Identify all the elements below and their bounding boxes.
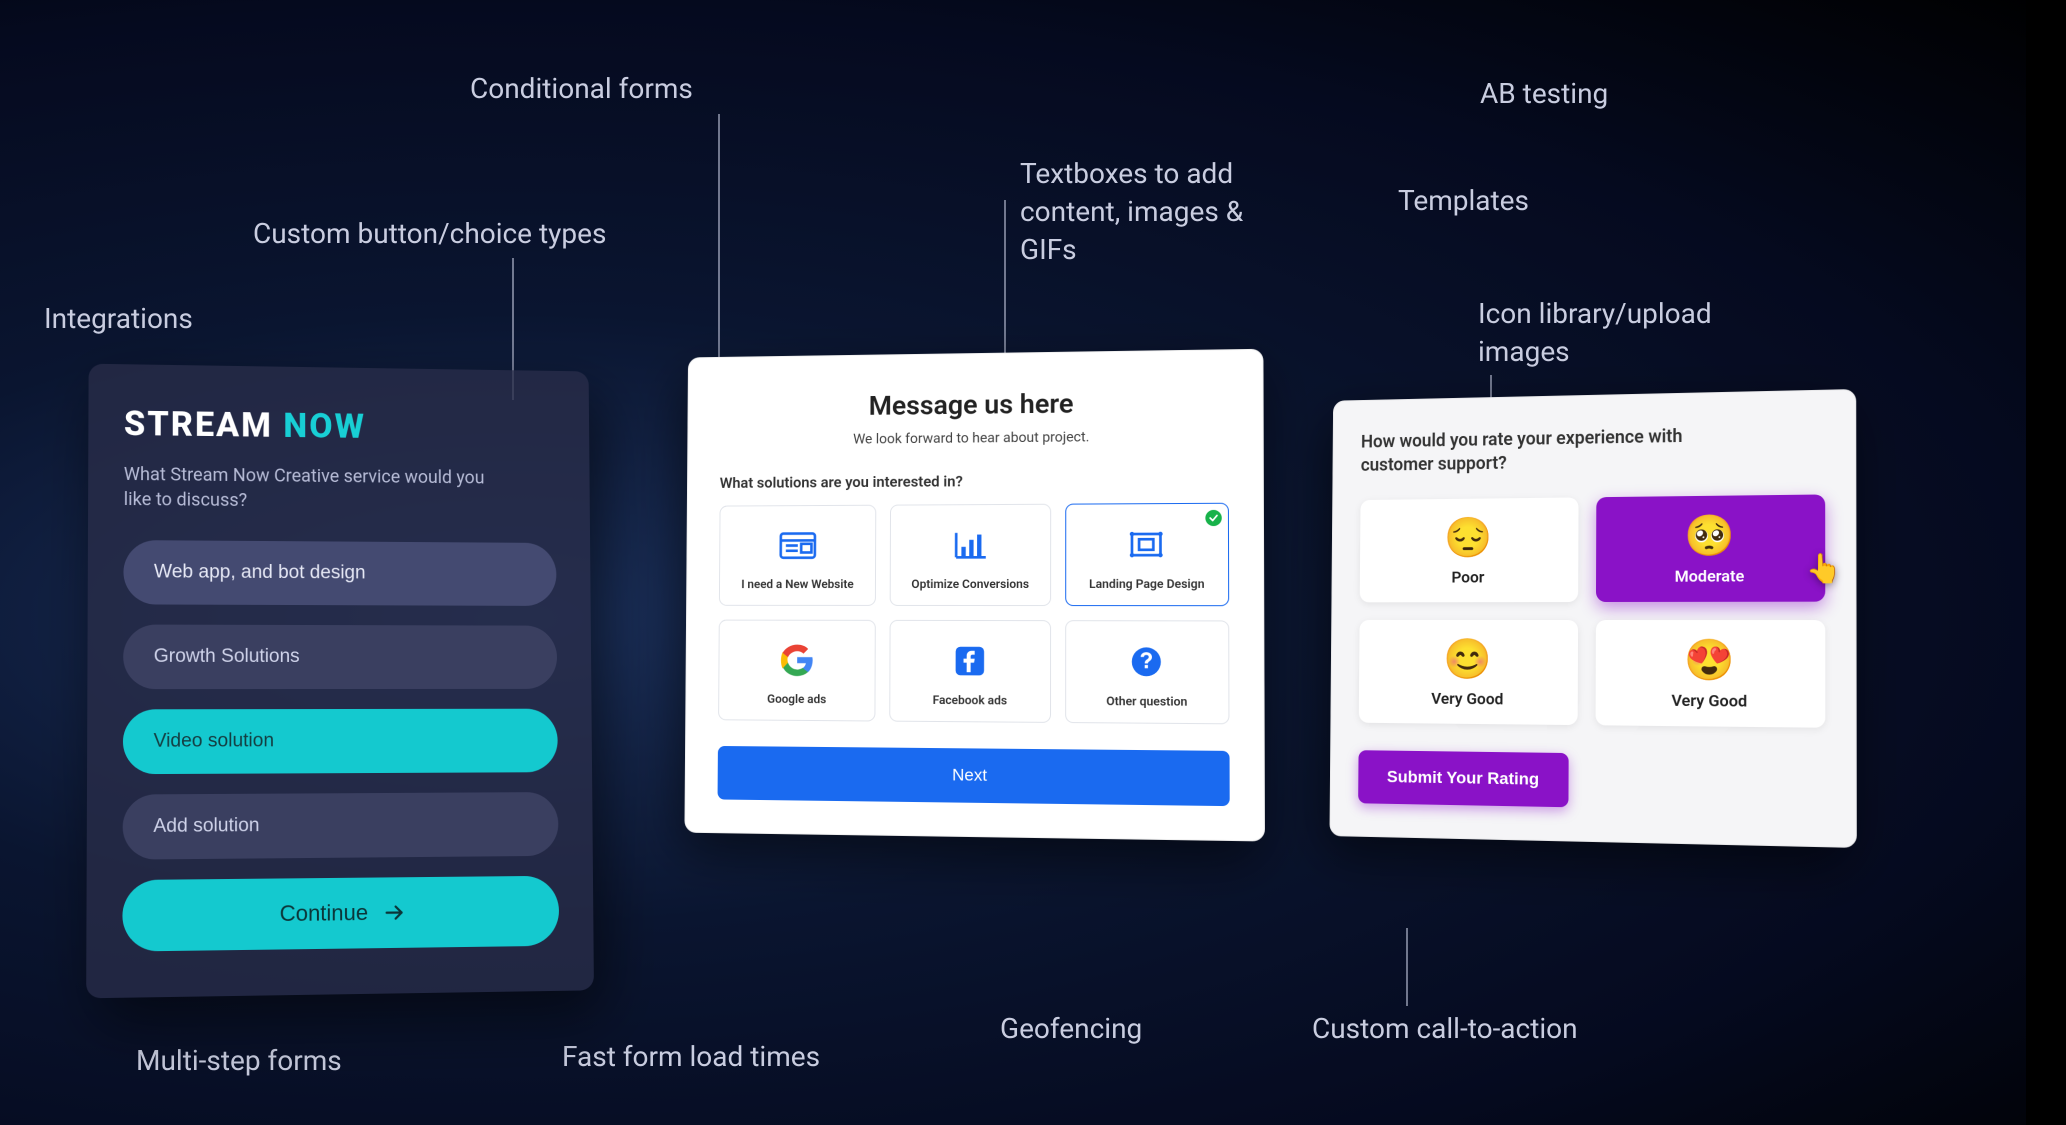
solution-tile-label: Google ads: [767, 692, 826, 706]
label-textboxes: Textboxes to add content, images & GIFs: [1020, 155, 1243, 268]
arrow-right-icon: [382, 901, 406, 925]
solution-tile[interactable]: Facebook ads: [890, 620, 1051, 723]
submit-rating-button[interactable]: Submit Your Rating: [1358, 750, 1569, 807]
label-geofencing: Geofencing: [1000, 1010, 1142, 1048]
solution-tile-label: Facebook ads: [933, 693, 1007, 708]
google-icon: [776, 641, 817, 679]
solution-tile[interactable]: Landing Page Design: [1065, 503, 1229, 606]
label-custom-cta: Custom call-to-action: [1312, 1010, 1578, 1048]
choice-option-label: Web app, and bot design: [154, 562, 366, 584]
next-button-label: Next: [952, 765, 987, 785]
label-templates: Templates: [1398, 182, 1529, 220]
label-custom-button-types: Custom button/choice types: [253, 215, 606, 253]
question-icon: [1125, 642, 1168, 681]
label-ab-testing: AB testing: [1480, 75, 1608, 113]
connector-conditional-forms: [718, 114, 720, 372]
check-icon: [1205, 510, 1221, 526]
rating-option[interactable]: 😔 Poor: [1360, 497, 1579, 602]
brand-text-part1: STREAM: [124, 404, 284, 446]
google-icon-wrap: [774, 640, 819, 680]
submit-rating-label: Submit Your Rating: [1387, 767, 1539, 788]
rating-question: How would you rate your experience with …: [1361, 424, 1754, 479]
choice-option[interactable]: Web app, and bot design: [123, 540, 556, 606]
message-us-form-card: Message us here We look forward to hear …: [684, 349, 1265, 842]
rating-form-card: How would you rate your experience with …: [1329, 389, 1856, 848]
solution-tile[interactable]: Google ads: [718, 620, 876, 722]
message-us-title: Message us here: [720, 386, 1229, 424]
solution-tile[interactable]: Other question: [1065, 620, 1230, 724]
message-us-subtitle: We look forward to hear about project.: [720, 428, 1229, 449]
label-multi-step: Multi-step forms: [136, 1042, 342, 1080]
stream-now-options: Web app, and bot design Growth Solutions V…: [123, 540, 559, 860]
connector-textboxes: [1004, 200, 1006, 368]
message-us-question: What solutions are you interested in?: [720, 470, 1229, 492]
rating-emoji-icon: 🥺: [1684, 515, 1735, 556]
choice-option[interactable]: Add solution: [123, 792, 559, 860]
right-edge-strip: [2026, 0, 2066, 1125]
stream-now-question: What Stream Now Creative service would y…: [124, 462, 503, 516]
facebook-icon-wrap: [947, 641, 993, 681]
website-icon: [777, 527, 818, 565]
landing-icon-wrap: [1123, 524, 1170, 564]
solution-tile[interactable]: I need a New Website: [719, 505, 877, 606]
facebook-icon: [949, 642, 991, 680]
solution-tile-label: Optimize Conversions: [911, 577, 1029, 591]
label-icon-library: Icon library/upload images: [1478, 295, 1712, 371]
continue-button-label: Continue: [280, 900, 369, 927]
question-icon-wrap: [1123, 641, 1170, 682]
solution-tile-label: Other question: [1106, 694, 1187, 709]
solution-tile-label: I need a New Website: [741, 577, 853, 591]
label-fast-load: Fast form load times: [562, 1038, 820, 1076]
chart-icon-wrap: [947, 525, 993, 565]
rating-option-label: Very Good: [1671, 690, 1747, 710]
feature-showcase-stage: Conditional forms Custom button/choice t…: [0, 0, 2066, 1125]
website-icon-wrap: [775, 526, 820, 566]
choice-option-label: Growth Solutions: [154, 646, 300, 667]
choice-option[interactable]: Video solution: [123, 709, 558, 775]
stream-now-form-card: STREAM NOW What Stream Now Creative serv…: [86, 364, 594, 999]
chart-icon: [949, 526, 991, 564]
rating-options-grid: 😔Poor🥺Moderate👆😊Very Good😍Very Good: [1359, 494, 1826, 727]
choice-option-label: Add solution: [153, 815, 259, 837]
rating-emoji-icon: 😍: [1684, 640, 1735, 681]
cursor-icon: 👆: [1806, 551, 1842, 585]
next-button[interactable]: Next: [718, 746, 1230, 806]
label-integrations: Integrations: [44, 300, 193, 338]
choice-option-label: Video solution: [154, 731, 274, 753]
landing-page-icon: [1125, 525, 1168, 563]
rating-emoji-icon: 😔: [1444, 518, 1492, 558]
connector-custom-cta: [1406, 928, 1408, 1006]
rating-emoji-icon: 😊: [1443, 639, 1491, 679]
rating-option-label: Very Good: [1431, 689, 1503, 708]
stream-now-logo: STREAM NOW: [124, 404, 555, 449]
rating-option[interactable]: 😊 Very Good: [1359, 620, 1578, 725]
solution-tile-label: Landing Page Design: [1089, 577, 1205, 591]
solution-tile[interactable]: Optimize Conversions: [890, 504, 1051, 606]
label-conditional-forms: Conditional forms: [470, 70, 693, 108]
rating-option[interactable]: 🥺Moderate👆: [1596, 494, 1825, 602]
rating-option-label: Poor: [1451, 567, 1484, 586]
rating-option[interactable]: 😍 Very Good: [1596, 620, 1826, 728]
choice-option[interactable]: Growth Solutions: [123, 625, 557, 690]
brand-text-part2: NOW: [283, 406, 366, 447]
solution-tiles-grid: I need a New Website Optimize Conversions…: [718, 503, 1229, 725]
continue-button[interactable]: Continue: [122, 876, 559, 952]
rating-option-label: Moderate: [1675, 566, 1745, 585]
